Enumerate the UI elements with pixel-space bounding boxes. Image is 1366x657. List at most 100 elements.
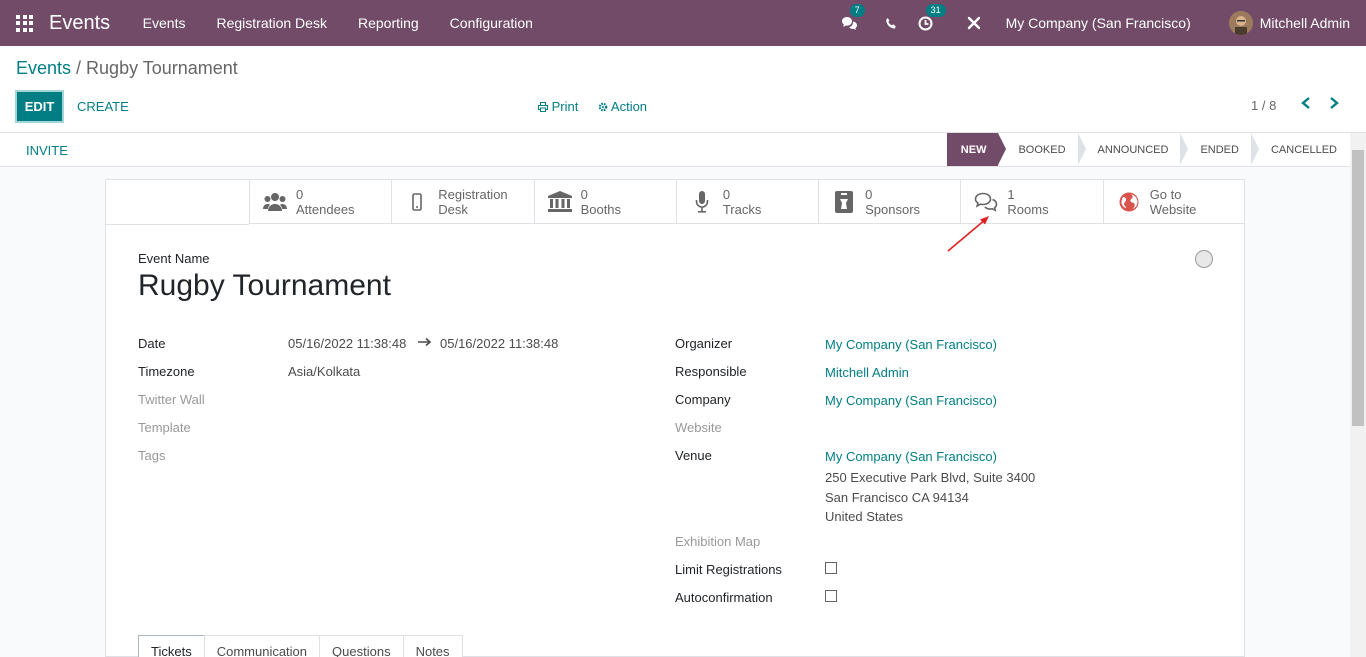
breadcrumb-events-link[interactable]: Events	[16, 58, 71, 78]
venue-label: Venue	[675, 448, 712, 463]
stage-cancelled[interactable]: CANCELLED	[1250, 133, 1349, 166]
limit-registrations-checkbox[interactable]	[825, 562, 837, 574]
activity-clock-icon[interactable]: 31	[916, 4, 946, 33]
stage-ended[interactable]: ENDED	[1180, 133, 1259, 166]
date-start-field: 05/16/2022 11:38:48	[288, 336, 407, 351]
gear-icon	[598, 102, 608, 112]
chevron-right-icon[interactable]	[1328, 96, 1340, 113]
venue-city: San Francisco CA 94134	[825, 490, 969, 505]
responsible-label: Responsible	[675, 364, 747, 379]
menu-reporting[interactable]: Reporting	[358, 15, 419, 31]
limit-registrations-label: Limit Registrations	[675, 562, 782, 577]
website-label-bottom: Website	[1149, 202, 1197, 217]
menu-events[interactable]: Events	[143, 15, 186, 31]
company-switcher[interactable]: My Company (San Francisco)	[1006, 15, 1191, 31]
date-label: Date	[138, 336, 166, 351]
bank-icon	[547, 189, 573, 215]
event-name-label: Event Name	[138, 251, 210, 266]
tab-questions[interactable]: Questions	[319, 635, 404, 657]
user-name: Mitchell Admin	[1259, 15, 1350, 31]
kanban-state-indicator[interactable]	[1195, 250, 1213, 268]
smart-button-box: 0 Attendees Registration Desk 0 Booths 0 Tra…	[249, 180, 1245, 224]
action-menu[interactable]: Action	[598, 99, 647, 114]
control-panel: Events / Rugby Tournament EDIT CREATE Pr…	[0, 46, 1366, 133]
sponsors-button[interactable]: 0 Sponsors	[818, 180, 960, 224]
print-label: Print	[551, 99, 579, 114]
tracks-label: Tracks	[722, 202, 762, 217]
chevron-left-icon[interactable]	[1300, 96, 1312, 113]
invite-button[interactable]: INVITE	[26, 143, 68, 158]
arrow-right-icon	[418, 335, 432, 350]
attendees-button[interactable]: 0 Attendees	[249, 180, 391, 224]
status-bar: INVITE NEW BOOKED ANNOUNCED ENDED CANCEL…	[0, 133, 1366, 167]
globe-icon	[1116, 189, 1142, 215]
organizer-link[interactable]: My Company (San Francisco)	[825, 337, 997, 352]
mobile-icon	[404, 189, 430, 215]
timezone-field: Asia/Kolkata	[288, 364, 361, 379]
annotation-arrow-icon	[947, 216, 989, 252]
tab-notes[interactable]: Notes	[402, 635, 463, 657]
exhibition-map-label: Exhibition Map	[675, 534, 761, 549]
tracks-count: 0	[722, 187, 731, 202]
scrollbar-thumb[interactable]	[1352, 150, 1364, 426]
stage-booked[interactable]: BOOKED	[998, 133, 1086, 166]
breadcrumb-separator: /	[71, 58, 87, 78]
form-sheet: 0 Attendees Registration Desk 0 Booths 0 Tra…	[105, 179, 1245, 657]
activity-count-badge: 31	[925, 4, 946, 17]
booths-button[interactable]: 0 Booths	[533, 180, 676, 224]
edit-button[interactable]: EDIT	[15, 90, 64, 123]
website-label-top: Go to	[1149, 187, 1182, 202]
booths-count: 0	[580, 187, 588, 202]
timezone-label: Timezone	[138, 364, 195, 379]
chat-count-badge: 7	[849, 4, 865, 17]
attendees-label: Attendees	[296, 202, 355, 217]
sponsors-count: 0	[865, 187, 873, 202]
venue-country: United States	[825, 509, 904, 524]
company-label: Company	[675, 392, 731, 407]
go-to-website-button[interactable]: Go to Website	[1102, 180, 1245, 224]
stage-announced[interactable]: ANNOUNCED	[1077, 133, 1189, 166]
organizer-label: Organizer	[675, 336, 733, 351]
autoconfirmation-checkbox[interactable]	[825, 590, 837, 602]
chat-icon[interactable]: 7	[840, 4, 865, 33]
avatar	[1228, 11, 1253, 35]
tracks-button[interactable]: 0 Tracks	[675, 180, 818, 224]
app-brand[interactable]: Events	[49, 12, 110, 35]
top-navbar: Events Events Registration Desk Reportin…	[0, 0, 1366, 46]
venue-street: 250 Executive Park Blvd, Suite 3400	[825, 470, 1036, 485]
microphone-icon	[689, 189, 715, 215]
company-link[interactable]: My Company (San Francisco)	[825, 393, 997, 408]
breadcrumb: Events / Rugby Tournament	[16, 58, 238, 79]
twitter-wall-label: Twitter Wall	[138, 392, 205, 407]
tags-label: Tags	[138, 448, 166, 463]
attendees-count: 0	[296, 187, 304, 202]
stage-new[interactable]: NEW	[946, 133, 1007, 166]
sponsors-label: Sponsors	[865, 202, 921, 217]
print-icon	[538, 102, 548, 112]
registration-desk-button[interactable]: Registration Desk	[391, 180, 533, 224]
stage-pipeline: NEW BOOKED ANNOUNCED ENDED CANCELLED	[946, 133, 1349, 166]
rooms-count: 1	[1007, 187, 1015, 202]
venue-link[interactable]: My Company (San Francisco)	[825, 449, 997, 464]
phone-icon[interactable]	[882, 13, 902, 33]
sponsor-badge-icon	[831, 189, 857, 215]
responsible-link[interactable]: Mitchell Admin	[825, 365, 909, 380]
event-name-field: Rugby Tournament	[138, 269, 391, 302]
debug-tools-icon[interactable]	[964, 13, 984, 33]
booths-label: Booths	[580, 202, 622, 217]
date-end-field: 05/16/2022 11:38:48	[440, 336, 559, 351]
menu-registration-desk[interactable]: Registration Desk	[216, 15, 327, 31]
pager-value[interactable]: 1 / 8	[1251, 98, 1276, 113]
rooms-label: Rooms	[1007, 202, 1049, 217]
user-menu[interactable]: Mitchell Admin	[1228, 11, 1350, 35]
tab-tickets[interactable]: Tickets	[138, 635, 205, 657]
notebook-tabs: Tickets Communication Questions Notes	[138, 635, 463, 657]
breadcrumb-current: Rugby Tournament	[86, 58, 238, 78]
apps-menu-icon[interactable]	[16, 14, 33, 32]
template-label: Template	[138, 420, 191, 435]
create-button[interactable]: CREATE	[77, 99, 129, 114]
tab-communication[interactable]: Communication	[203, 635, 321, 657]
action-label: Action	[610, 99, 648, 114]
menu-configuration[interactable]: Configuration	[450, 15, 533, 31]
print-menu[interactable]: Print	[538, 99, 578, 114]
